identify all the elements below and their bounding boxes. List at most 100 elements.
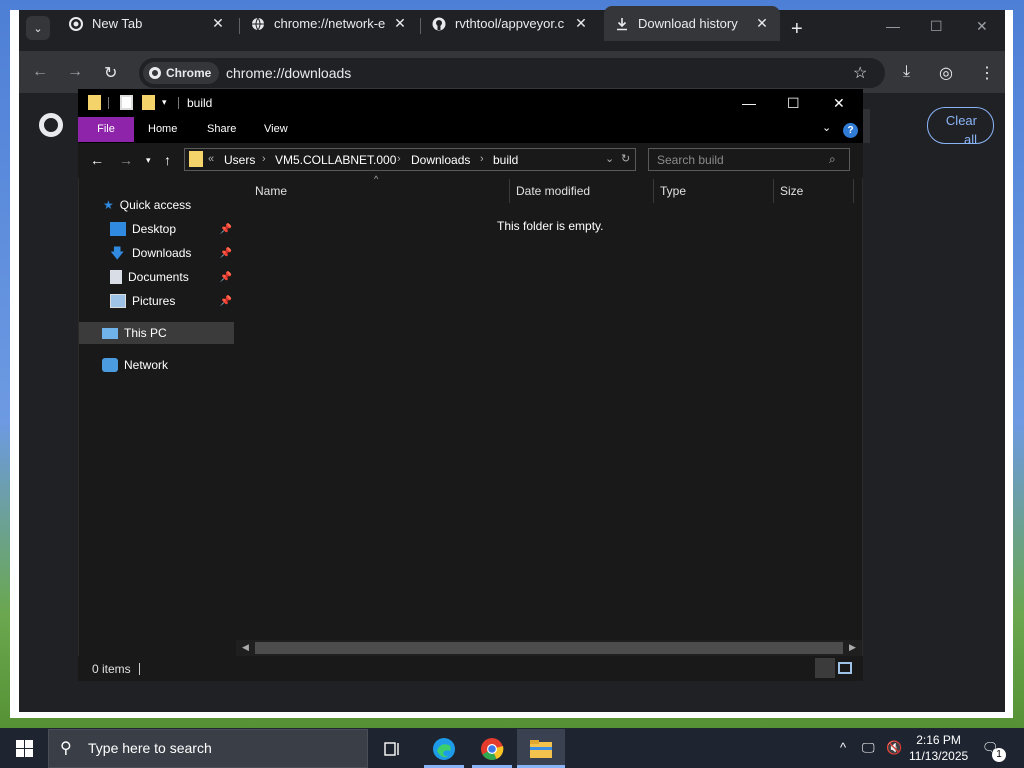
- tab-title: chrome://network-e: [274, 16, 386, 31]
- tab-view[interactable]: View: [250, 117, 302, 142]
- back-icon[interactable]: ←: [32, 63, 48, 81]
- tab-download-history[interactable]: Download history ✕: [604, 6, 780, 41]
- menu-icon[interactable]: ⋮: [979, 63, 995, 83]
- breadcrumb-overflow[interactable]: «: [208, 153, 214, 165]
- tab-network[interactable]: chrome://network-e ✕: [240, 6, 418, 41]
- minimize-icon[interactable]: —: [886, 18, 900, 34]
- divider: [108, 97, 109, 109]
- column-header-size[interactable]: Size: [780, 184, 803, 198]
- profile-icon[interactable]: ◎: [939, 63, 953, 83]
- item-count: 0 items: [92, 662, 131, 676]
- nav-label: Documents: [128, 270, 189, 284]
- scrollbar-thumb[interactable]: [255, 642, 843, 654]
- column-divider[interactable]: [509, 179, 510, 203]
- address-dropdown-icon[interactable]: ⌄: [605, 152, 614, 165]
- recent-locations-icon[interactable]: ▾: [146, 155, 151, 166]
- reload-icon[interactable]: ↻: [104, 63, 117, 83]
- back-icon[interactable]: ←: [90, 152, 104, 168]
- close-icon[interactable]: ✕: [833, 95, 845, 112]
- new-folder-icon[interactable]: [142, 95, 155, 110]
- clock-time: 2:16 PM: [916, 733, 961, 747]
- clear-all-button[interactable]: Clear all: [927, 107, 994, 147]
- nav-pictures[interactable]: Pictures 📌: [79, 290, 234, 312]
- divider: [139, 663, 140, 675]
- nav-network[interactable]: Network: [79, 354, 234, 376]
- help-icon[interactable]: ?: [843, 123, 858, 138]
- forward-icon[interactable]: →: [67, 63, 83, 81]
- column-divider[interactable]: [773, 179, 774, 203]
- pin-icon[interactable]: 📌: [220, 272, 232, 283]
- chevron-right-icon[interactable]: ›: [480, 153, 484, 165]
- forward-icon[interactable]: →: [119, 152, 133, 168]
- minimize-icon[interactable]: —: [742, 95, 756, 111]
- close-window-icon[interactable]: ✕: [976, 18, 988, 35]
- documents-icon: [110, 270, 122, 284]
- large-icons-view-icon[interactable]: [838, 662, 852, 674]
- customize-quick-access-icon[interactable]: ▾: [162, 97, 167, 108]
- clock-date: 11/13/2025: [909, 749, 969, 763]
- tab-github[interactable]: rvthtool/appveyor.c ✕: [421, 6, 599, 41]
- nav-downloads[interactable]: 🡇 Downloads 📌: [79, 242, 234, 264]
- pin-icon[interactable]: 📌: [220, 224, 232, 235]
- scroll-right-icon[interactable]: ▶: [849, 642, 856, 653]
- new-tab-button[interactable]: +: [791, 19, 803, 39]
- expand-ribbon-icon[interactable]: ⌄: [822, 121, 831, 134]
- breadcrumb-user-folder[interactable]: VM5.COLLABNET.000: [275, 153, 396, 167]
- file-explorer-taskbar-icon[interactable]: [517, 729, 565, 768]
- scroll-left-icon[interactable]: ◀: [242, 642, 249, 653]
- url-text[interactable]: chrome://downloads: [226, 65, 351, 81]
- nav-quick-access[interactable]: ★ Quick access: [79, 194, 234, 216]
- close-tab-icon[interactable]: ✕: [752, 15, 772, 32]
- tab-title: rvthtool/appveyor.c: [455, 16, 565, 31]
- close-tab-icon[interactable]: ✕: [571, 15, 591, 32]
- maximize-icon[interactable]: ☐: [787, 95, 800, 112]
- volume-muted-icon[interactable]: 🔇: [886, 740, 902, 756]
- bookmark-star-icon[interactable]: ☆: [853, 63, 867, 83]
- download-icon: [614, 16, 630, 32]
- file-list-pane: [236, 178, 862, 640]
- nav-desktop[interactable]: Desktop 📌: [79, 218, 234, 240]
- show-hidden-icons-icon[interactable]: ^: [840, 740, 846, 755]
- column-divider[interactable]: [853, 179, 854, 203]
- properties-icon[interactable]: [120, 95, 133, 110]
- edge-icon[interactable]: [420, 729, 468, 768]
- column-header-name[interactable]: Name: [255, 184, 287, 198]
- nav-label: Downloads: [132, 246, 192, 260]
- column-header-type[interactable]: Type: [660, 184, 686, 198]
- chevron-right-icon[interactable]: ›: [397, 153, 401, 165]
- tab-share[interactable]: Share: [193, 117, 250, 142]
- nav-documents[interactable]: Documents 📌: [79, 266, 234, 288]
- pin-icon[interactable]: 📌: [220, 296, 232, 307]
- taskbar-search-placeholder: Type here to search: [88, 740, 212, 756]
- windows-start-icon[interactable]: [16, 740, 33, 757]
- up-icon[interactable]: ↑: [164, 152, 171, 168]
- maximize-icon[interactable]: ☐: [930, 18, 943, 35]
- task-view-icon[interactable]: [368, 729, 416, 768]
- divider: [178, 97, 179, 109]
- notification-badge: 1: [992, 748, 1006, 762]
- details-view-icon[interactable]: [815, 658, 835, 678]
- downloads-icon[interactable]: ⤓: [903, 63, 910, 81]
- clock[interactable]: 2:16 PM 11/13/2025: [909, 732, 968, 764]
- breadcrumb-downloads[interactable]: Downloads: [411, 153, 470, 167]
- star-icon: ★: [103, 198, 114, 212]
- close-tab-icon[interactable]: ✕: [390, 15, 410, 32]
- pin-icon[interactable]: 📌: [220, 248, 232, 259]
- desktop-icon: [110, 222, 126, 236]
- breadcrumb-users[interactable]: Users: [224, 153, 255, 167]
- tab-home[interactable]: Home: [134, 117, 191, 142]
- tab-search-button[interactable]: ⌄: [26, 16, 50, 40]
- column-header-date-modified[interactable]: Date modified: [516, 184, 590, 198]
- breadcrumb-build[interactable]: build: [493, 153, 518, 167]
- column-divider[interactable]: [653, 179, 654, 203]
- site-chip[interactable]: Chrome: [143, 62, 220, 84]
- nav-this-pc[interactable]: This PC: [79, 322, 234, 344]
- tab-file[interactable]: File: [78, 117, 134, 142]
- chevron-right-icon[interactable]: ›: [262, 153, 266, 165]
- chrome-taskbar-icon[interactable]: [468, 729, 516, 768]
- network-status-icon[interactable]: 🖵: [862, 740, 875, 756]
- clear-all-label-line2: all: [963, 132, 977, 147]
- refresh-icon[interactable]: ↻: [621, 152, 630, 165]
- tab-new-tab[interactable]: New Tab ✕: [58, 6, 236, 41]
- close-tab-icon[interactable]: ✕: [208, 15, 228, 32]
